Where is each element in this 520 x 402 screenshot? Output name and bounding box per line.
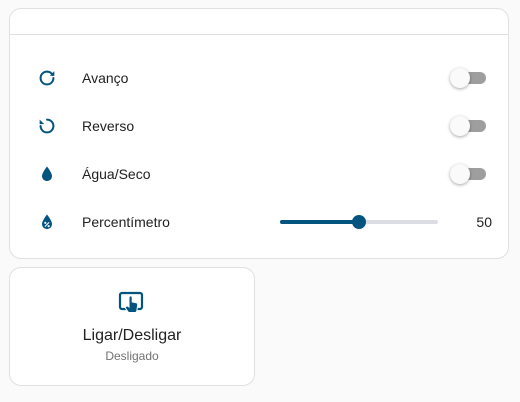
controls-card: Avanço Reverso Água/Seco Percentímetro 5… [9, 8, 509, 259]
avanco-toggle[interactable] [450, 68, 486, 88]
toggle-thumb [450, 68, 470, 88]
slider-knob[interactable] [352, 215, 366, 229]
row-avanco: Avanço [10, 58, 508, 98]
water-percent-icon [35, 210, 59, 234]
percentimetro-slider[interactable] [280, 212, 438, 232]
power-button-card[interactable]: Ligar/Desligar Desligado [9, 267, 255, 386]
row-label: Reverso [82, 118, 135, 134]
card-header [10, 9, 508, 35]
row-label: Percentímetro [82, 214, 170, 230]
reverso-toggle[interactable] [450, 116, 486, 136]
touch-screen-icon [117, 290, 147, 320]
power-title: Ligar/Desligar [82, 327, 182, 344]
water-drop-icon [35, 162, 59, 186]
slider-value: 50 [476, 214, 492, 230]
row-label: Água/Seco [82, 166, 151, 182]
rotate-right-icon [35, 66, 59, 90]
row-label: Avanço [82, 70, 129, 86]
toggle-thumb [450, 116, 470, 136]
row-agua-seco: Água/Seco [10, 154, 508, 194]
rotate-left-icon [35, 114, 59, 138]
power-state: Desligado [105, 349, 159, 363]
agua-seco-toggle[interactable] [450, 164, 486, 184]
toggle-thumb [450, 164, 470, 184]
row-percentimetro: Percentímetro 50 [10, 202, 508, 242]
slider-fill [280, 220, 359, 224]
row-reverso: Reverso [10, 106, 508, 146]
